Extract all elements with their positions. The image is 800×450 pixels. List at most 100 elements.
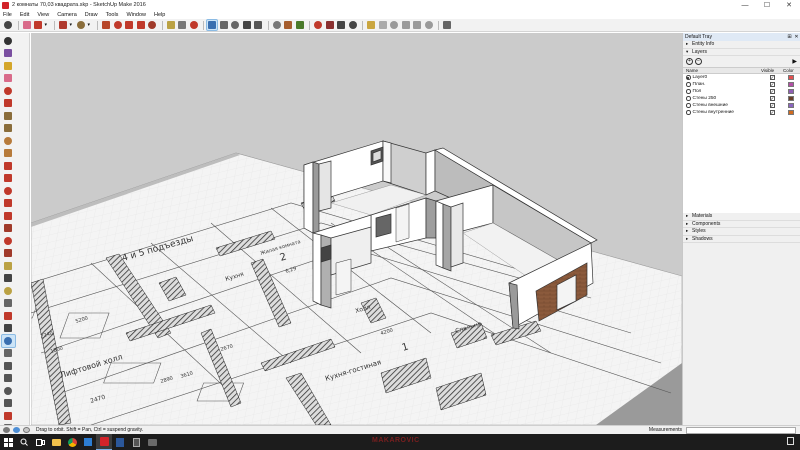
panel-styles[interactable]: ▸ Styles <box>683 228 800 236</box>
paint-bucket-button[interactable] <box>272 20 282 30</box>
taskbar-word[interactable] <box>112 434 128 450</box>
taskbar-chrome[interactable] <box>64 434 80 450</box>
arc-button[interactable] <box>58 20 68 30</box>
menu-camera[interactable]: Camera <box>57 12 77 18</box>
layer-row[interactable]: План. ✓ <box>683 81 800 88</box>
previous-tool-button[interactable] <box>2 398 15 410</box>
section-button[interactable] <box>442 20 452 30</box>
top-view-button[interactable] <box>378 20 388 30</box>
layer-color-swatch[interactable] <box>788 89 794 94</box>
front-view-button[interactable] <box>389 20 399 30</box>
push-pull-button[interactable] <box>101 20 111 30</box>
col-name-header[interactable]: Name <box>683 68 761 73</box>
add-layer-icon[interactable]: + <box>686 58 693 65</box>
select-button[interactable] <box>3 20 13 30</box>
close-button[interactable]: ✕ <box>778 0 800 10</box>
menu-help[interactable]: Help <box>154 12 165 18</box>
follow-me-tool-button[interactable] <box>2 223 15 235</box>
notifications-icon[interactable] <box>787 437 794 445</box>
rectangle-tool-button[interactable] <box>2 110 15 122</box>
text-tool-button[interactable] <box>2 298 15 310</box>
menu-draw[interactable]: Draw <box>85 12 98 18</box>
eraser-tool-button[interactable] <box>2 73 15 85</box>
active-layer-radio[interactable] <box>686 103 691 108</box>
text-button[interactable] <box>177 20 187 30</box>
chevron-down-button[interactable]: ▾ <box>70 20 75 30</box>
move-button[interactable] <box>113 20 123 30</box>
active-layer-radio[interactable] <box>686 75 691 80</box>
back-view-button[interactable] <box>412 20 422 30</box>
orbit-button[interactable] <box>206 19 218 31</box>
zoom-extents-tool-button[interactable] <box>2 385 15 397</box>
taskbar-calculator[interactable] <box>128 434 144 450</box>
eraser-button[interactable] <box>22 20 32 30</box>
offset-button[interactable] <box>147 20 157 30</box>
warehouse-button[interactable] <box>295 20 305 30</box>
rotate-button[interactable] <box>124 20 134 30</box>
right-view-button[interactable] <box>401 20 411 30</box>
push-pull-tool-button[interactable] <box>2 198 15 210</box>
arc-tool-button[interactable] <box>2 160 15 172</box>
layer-name-cell[interactable]: Стены внутренние <box>683 110 761 115</box>
layer-name-cell[interactable]: Стены 250 <box>683 96 761 101</box>
make-component-tool-button[interactable] <box>2 48 15 60</box>
menu-window[interactable]: Window <box>126 12 146 18</box>
panel-entity-info[interactable]: ▸ Entity Info <box>683 41 800 49</box>
zoom-tool-button[interactable] <box>2 360 15 372</box>
circle-tool-button[interactable] <box>2 135 15 147</box>
help-icon[interactable] <box>23 427 30 433</box>
layer-row[interactable]: Стены внешние ✓ <box>683 102 800 109</box>
measurements-input[interactable] <box>686 426 796 434</box>
share-model-button[interactable] <box>336 20 346 30</box>
layer-visible-checkbox[interactable]: ✓ <box>769 82 775 87</box>
components-button[interactable] <box>283 20 293 30</box>
search-button[interactable] <box>16 434 32 450</box>
maximize-button[interactable]: ☐ <box>756 0 778 10</box>
start-button[interactable] <box>0 434 16 450</box>
layer-color-swatch[interactable] <box>788 96 794 101</box>
zoom-window-tool-button[interactable] <box>2 373 15 385</box>
tray-pin-icon[interactable]: ⊞ <box>786 34 793 40</box>
taskbar-sketchup[interactable] <box>96 434 112 450</box>
protractor-tool-button[interactable] <box>2 285 15 297</box>
pencil-button[interactable] <box>33 20 43 30</box>
taskbar-app-store[interactable] <box>80 434 96 450</box>
pie-tool-button[interactable] <box>2 173 15 185</box>
extension-button[interactable] <box>313 20 323 30</box>
layer-visible-checkbox[interactable]: ✓ <box>769 89 775 94</box>
col-visible-header[interactable]: Visible <box>761 68 783 73</box>
layer-color-swatch[interactable] <box>788 110 794 115</box>
menu-view[interactable]: View <box>37 12 49 18</box>
layer-name-cell[interactable]: Layer0 <box>683 75 761 80</box>
layer-name-cell[interactable]: Пол <box>683 89 761 94</box>
layer-visible-checkbox[interactable]: ✓ <box>769 96 775 101</box>
polygon-tool-button[interactable] <box>2 148 15 160</box>
geo-location-icon[interactable] <box>3 427 10 433</box>
layer-name-cell[interactable]: Стены внешние <box>683 103 761 108</box>
panel-shadows[interactable]: ▸ Shadows <box>683 235 800 243</box>
position-camera-tool-button[interactable] <box>2 410 15 422</box>
minimize-button[interactable]: — <box>734 0 756 10</box>
layer-row[interactable]: Стены 250 ✓ <box>683 95 800 102</box>
styles-button[interactable] <box>348 20 358 30</box>
layer-row[interactable]: Layer0 ✓ <box>683 74 800 81</box>
rotate-tool-button[interactable] <box>2 210 15 222</box>
iso-view-button[interactable] <box>366 20 376 30</box>
axes-button[interactable] <box>189 20 199 30</box>
pan-button[interactable] <box>219 20 229 30</box>
tape-measure-button[interactable] <box>166 20 176 30</box>
active-layer-radio[interactable] <box>686 96 691 101</box>
col-color-header[interactable]: Color <box>783 68 799 73</box>
panel-materials[interactable]: ▸ Materials <box>683 213 800 221</box>
panel-components[interactable]: ▸ Components <box>683 220 800 228</box>
scale-tool-button[interactable] <box>2 235 15 247</box>
layer-visible-checkbox[interactable]: ✓ <box>769 110 775 115</box>
3d-warehouse-button[interactable] <box>325 20 335 30</box>
tape-measure-tool-button[interactable] <box>2 260 15 272</box>
layer-color-swatch[interactable] <box>788 82 794 87</box>
active-layer-radio[interactable] <box>686 110 691 115</box>
rectangle-button[interactable] <box>76 20 86 30</box>
drawing-viewport[interactable]: 4 и 5 подъезды Лифтовой холл Кухня Жилая… <box>31 33 682 425</box>
orbit-tool-button[interactable] <box>0 334 16 348</box>
menu-edit[interactable]: Edit <box>20 12 29 18</box>
